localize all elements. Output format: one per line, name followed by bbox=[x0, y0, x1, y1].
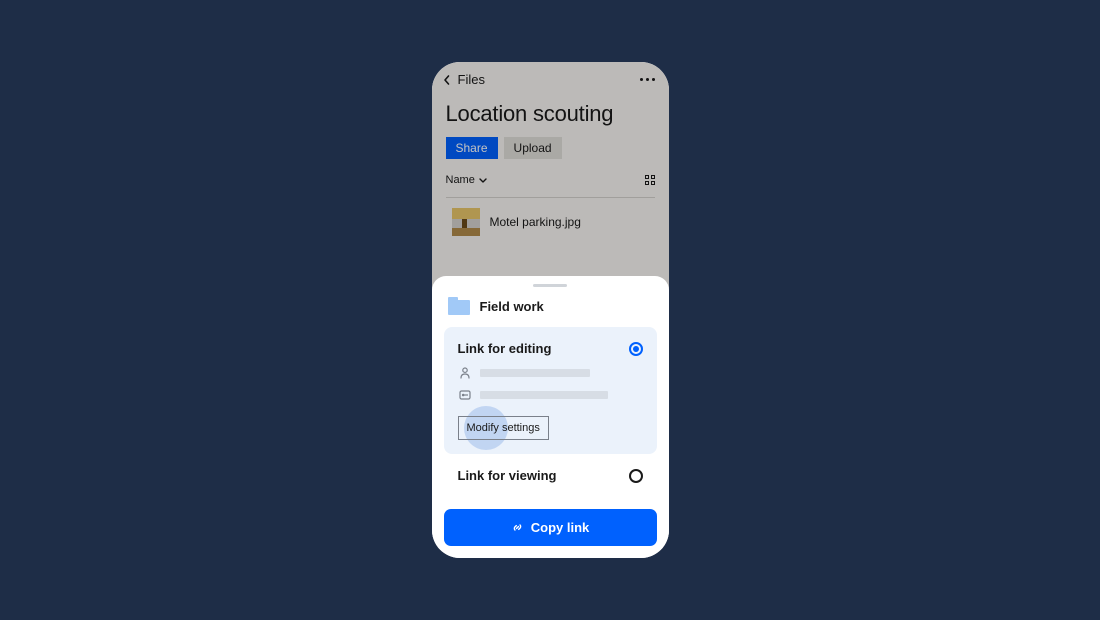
page-title: Location scouting bbox=[432, 93, 669, 137]
file-row[interactable]: Motel parking.jpg bbox=[432, 198, 669, 236]
sheet-grabber[interactable] bbox=[533, 284, 567, 287]
copy-link-label: Copy link bbox=[531, 520, 590, 535]
radio-unselected-icon bbox=[629, 469, 643, 483]
folder-icon bbox=[448, 297, 470, 315]
link-icon bbox=[511, 521, 524, 534]
link-editing-option[interactable]: Link for editing bbox=[444, 327, 657, 454]
person-icon bbox=[458, 366, 472, 380]
sort-label: Name bbox=[446, 174, 475, 186]
copy-link-button[interactable]: Copy link bbox=[444, 509, 657, 546]
back-button[interactable]: Files bbox=[442, 72, 485, 87]
grid-view-icon[interactable] bbox=[645, 175, 655, 185]
upload-button[interactable]: Upload bbox=[504, 137, 562, 159]
link-viewing-option[interactable]: Link for viewing bbox=[444, 454, 657, 497]
action-row: Share Upload bbox=[432, 137, 669, 171]
chevron-left-icon bbox=[442, 74, 452, 86]
password-icon bbox=[458, 388, 472, 402]
radio-selected-icon bbox=[629, 342, 643, 356]
link-viewing-title: Link for viewing bbox=[458, 468, 557, 483]
back-label: Files bbox=[458, 72, 485, 87]
chevron-down-icon bbox=[479, 171, 487, 189]
phone-frame: Files Location scouting Share Upload Nam… bbox=[432, 62, 669, 558]
nav-bar: Files bbox=[432, 62, 669, 93]
link-editing-title: Link for editing bbox=[458, 341, 552, 356]
placeholder-line bbox=[480, 369, 590, 377]
sort-control[interactable]: Name bbox=[446, 171, 487, 189]
placeholder-line bbox=[480, 391, 608, 399]
share-button[interactable]: Share bbox=[446, 137, 498, 159]
file-thumbnail bbox=[452, 208, 480, 236]
sheet-folder-name: Field work bbox=[480, 299, 544, 314]
sort-row: Name bbox=[432, 171, 669, 197]
more-icon[interactable] bbox=[640, 78, 655, 81]
share-sheet: Field work Link for editing bbox=[432, 276, 669, 558]
file-name: Motel parking.jpg bbox=[490, 215, 581, 229]
link-editing-details bbox=[458, 366, 643, 402]
sheet-header: Field work bbox=[444, 297, 657, 327]
modify-settings-button[interactable]: Modify settings bbox=[458, 416, 549, 440]
